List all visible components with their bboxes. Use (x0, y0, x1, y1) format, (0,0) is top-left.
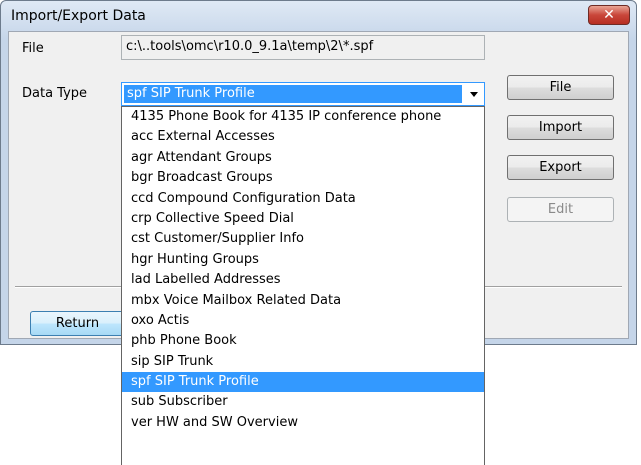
dropdown-option[interactable]: ccd Compound Configuration Data (122, 189, 484, 209)
import-button[interactable]: Import (507, 115, 614, 140)
file-path-field: c:\..tools\omc\r10.0_9.1a\temp\2\*.spf (121, 35, 485, 60)
dialog-title: Import/Export Data (11, 8, 146, 24)
dropdown-option[interactable]: oxo Actis (122, 311, 484, 331)
dropdown-option[interactable]: phb Phone Book (122, 331, 484, 351)
dropdown-option[interactable]: lad Labelled Addresses (122, 270, 484, 290)
data-type-selected-value: spf SIP Trunk Profile (124, 85, 462, 103)
dropdown-option[interactable]: cst Customer/Supplier Info (122, 229, 484, 249)
dropdown-option[interactable]: sub Subscriber (122, 392, 484, 412)
file-label: File (22, 41, 44, 56)
dropdown-option[interactable]: crp Collective Speed Dial (122, 209, 484, 229)
export-button[interactable]: Export (507, 155, 614, 180)
dropdown-option[interactable]: sip SIP Trunk (122, 352, 484, 372)
dropdown-option[interactable]: acc External Accesses (122, 127, 484, 147)
dropdown-option[interactable]: agr Attendant Groups (122, 148, 484, 168)
return-button[interactable]: Return (30, 311, 125, 336)
close-button[interactable]: ✕ (588, 5, 630, 25)
dropdown-option[interactable]: mbx Voice Mailbox Related Data (122, 291, 484, 311)
dropdown-option[interactable]: 4135 Phone Book for 4135 IP conference p… (122, 107, 484, 127)
dropdown-option[interactable]: bgr Broadcast Groups (122, 168, 484, 188)
data-type-select[interactable]: spf SIP Trunk Profile (121, 82, 485, 106)
dropdown-option[interactable]: hgr Hunting Groups (122, 250, 484, 270)
title-bar[interactable]: Import/Export Data ✕ (1, 1, 636, 31)
edit-button[interactable]: Edit (507, 197, 614, 222)
dropdown-option[interactable]: ver HW and SW Overview (122, 413, 484, 433)
dropdown-option[interactable]: spf SIP Trunk Profile (122, 372, 484, 393)
close-icon: ✕ (603, 7, 615, 23)
data-type-label: Data Type (22, 86, 88, 101)
chevron-down-icon[interactable] (470, 92, 478, 97)
data-type-dropdown-list[interactable]: 4135 Phone Book for 4135 IP conference p… (121, 106, 485, 465)
file-button[interactable]: File (507, 75, 614, 100)
